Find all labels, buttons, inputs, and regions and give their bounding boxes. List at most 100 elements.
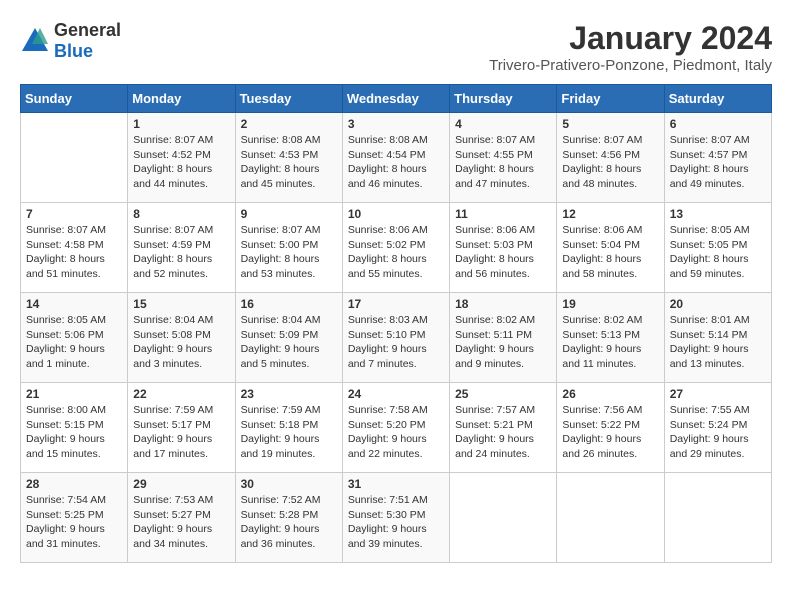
day-info: Sunrise: 8:07 AMSunset: 4:56 PMDaylight:… [562, 133, 658, 192]
calendar-cell [450, 473, 557, 563]
weekday-header-wednesday: Wednesday [342, 85, 449, 113]
day-number: 16 [241, 297, 337, 311]
day-number: 15 [133, 297, 229, 311]
day-number: 9 [241, 207, 337, 221]
day-number: 1 [133, 117, 229, 131]
day-number: 23 [241, 387, 337, 401]
day-info: Sunrise: 8:06 AMSunset: 5:03 PMDaylight:… [455, 223, 551, 282]
day-number: 13 [670, 207, 766, 221]
day-info: Sunrise: 7:51 AMSunset: 5:30 PMDaylight:… [348, 493, 444, 552]
day-number: 24 [348, 387, 444, 401]
weekday-header-monday: Monday [128, 85, 235, 113]
day-info: Sunrise: 7:53 AMSunset: 5:27 PMDaylight:… [133, 493, 229, 552]
day-number: 2 [241, 117, 337, 131]
day-number: 26 [562, 387, 658, 401]
day-number: 3 [348, 117, 444, 131]
day-info: Sunrise: 7:59 AMSunset: 5:17 PMDaylight:… [133, 403, 229, 462]
day-number: 21 [26, 387, 122, 401]
calendar-cell: 2 Sunrise: 8:08 AMSunset: 4:53 PMDaylight… [235, 113, 342, 203]
day-number: 8 [133, 207, 229, 221]
calendar-cell: 29 Sunrise: 7:53 AMSunset: 5:27 PMDayligh… [128, 473, 235, 563]
calendar-cell: 5Sunrise: 8:07 AMSunset: 4:56 PMDaylight… [557, 113, 664, 203]
logo-icon [20, 26, 50, 56]
day-info: Sunrise: 8:07 AMSunset: 4:59 PMDaylight:… [133, 223, 229, 282]
calendar-cell: 22Sunrise: 7:59 AMSunset: 5:17 PMDayligh… [128, 383, 235, 473]
day-info: Sunrise: 7:58 AMSunset: 5:20 PMDaylight:… [348, 403, 444, 462]
day-number: 25 [455, 387, 551, 401]
day-number: 28 [26, 477, 122, 491]
logo-text-blue: Blue [54, 41, 93, 61]
day-info: Sunrise: 7:59 AMSunset: 5:18 PMDaylight:… [241, 403, 337, 462]
day-info: Sunrise: 8:04 AMSunset: 5:08 PMDaylight:… [133, 313, 229, 372]
day-number: 29 [133, 477, 229, 491]
day-info: Sunrise: 8:07 AMSunset: 4:55 PMDaylight:… [455, 133, 551, 192]
day-info: Sunrise: 8:07 AMSunset: 4:52 PMDaylight:… [133, 133, 229, 192]
calendar-cell: 3 Sunrise: 8:08 AMSunset: 4:54 PMDaylight… [342, 113, 449, 203]
day-info: Sunrise: 8:08 AMSunset: 4:53 PMDaylight:… [241, 133, 337, 192]
day-info: Sunrise: 8:00 AMSunset: 5:15 PMDaylight:… [26, 403, 122, 462]
calendar-cell: 12Sunrise: 8:06 AMSunset: 5:04 PMDayligh… [557, 203, 664, 293]
calendar-cell: 6 Sunrise: 8:07 AMSunset: 4:57 PMDaylight… [664, 113, 771, 203]
calendar-cell: 21 Sunrise: 8:00 AMSunset: 5:15 PMDayligh… [21, 383, 128, 473]
day-info: Sunrise: 8:06 AMSunset: 5:02 PMDaylight:… [348, 223, 444, 282]
calendar-cell: 28 Sunrise: 7:54 AMSunset: 5:25 PMDayligh… [21, 473, 128, 563]
calendar-cell: 13 Sunrise: 8:05 AMSunset: 5:05 PMDayligh… [664, 203, 771, 293]
day-number: 6 [670, 117, 766, 131]
calendar-header: SundayMondayTuesdayWednesdayThursdayFrid… [21, 85, 772, 113]
day-info: Sunrise: 8:07 AMSunset: 4:58 PMDaylight:… [26, 223, 122, 282]
day-info: Sunrise: 7:54 AMSunset: 5:25 PMDaylight:… [26, 493, 122, 552]
calendar-cell: 25 Sunrise: 7:57 AMSunset: 5:21 PMDayligh… [450, 383, 557, 473]
calendar-cell: 1 Sunrise: 8:07 AMSunset: 4:52 PMDaylight… [128, 113, 235, 203]
calendar-cell: 11 Sunrise: 8:06 AMSunset: 5:03 PMDayligh… [450, 203, 557, 293]
calendar-cell [664, 473, 771, 563]
day-info: Sunrise: 8:01 AMSunset: 5:14 PMDaylight:… [670, 313, 766, 372]
day-info: Sunrise: 8:05 AMSunset: 5:05 PMDaylight:… [670, 223, 766, 282]
calendar-cell: 7 Sunrise: 8:07 AMSunset: 4:58 PMDaylight… [21, 203, 128, 293]
weekday-header-saturday: Saturday [664, 85, 771, 113]
calendar-cell: 31Sunrise: 7:51 AMSunset: 5:30 PMDayligh… [342, 473, 449, 563]
day-number: 12 [562, 207, 658, 221]
day-info: Sunrise: 8:03 AMSunset: 5:10 PMDaylight:… [348, 313, 444, 372]
calendar-table: SundayMondayTuesdayWednesdayThursdayFrid… [20, 84, 772, 563]
calendar-cell: 27Sunrise: 7:55 AMSunset: 5:24 PMDayligh… [664, 383, 771, 473]
calendar-cell: 8 Sunrise: 8:07 AMSunset: 4:59 PMDaylight… [128, 203, 235, 293]
day-info: Sunrise: 7:52 AMSunset: 5:28 PMDaylight:… [241, 493, 337, 552]
weekday-header-friday: Friday [557, 85, 664, 113]
weekday-header-sunday: Sunday [21, 85, 128, 113]
calendar-cell: 23 Sunrise: 7:59 AMSunset: 5:18 PMDayligh… [235, 383, 342, 473]
weekday-header-tuesday: Tuesday [235, 85, 342, 113]
calendar-cell: 30 Sunrise: 7:52 AMSunset: 5:28 PMDayligh… [235, 473, 342, 563]
subtitle: Trivero-Prativero-Ponzone, Piedmont, Ita… [489, 57, 772, 74]
day-number: 4 [455, 117, 551, 131]
day-info: Sunrise: 8:08 AMSunset: 4:54 PMDaylight:… [348, 133, 444, 192]
header: General Blue January 2024 Trivero-Prativ… [20, 20, 772, 74]
day-number: 7 [26, 207, 122, 221]
calendar-cell: 9 Sunrise: 8:07 AMSunset: 5:00 PMDaylight… [235, 203, 342, 293]
day-number: 30 [241, 477, 337, 491]
calendar-cell: 20 Sunrise: 8:01 AMSunset: 5:14 PMDayligh… [664, 293, 771, 383]
calendar-cell: 4 Sunrise: 8:07 AMSunset: 4:55 PMDaylight… [450, 113, 557, 203]
day-number: 19 [562, 297, 658, 311]
day-info: Sunrise: 8:02 AMSunset: 5:11 PMDaylight:… [455, 313, 551, 372]
day-info: Sunrise: 7:55 AMSunset: 5:24 PMDaylight:… [670, 403, 766, 462]
logo-text-general: General [54, 20, 121, 40]
title-area: January 2024 Trivero-Prativero-Ponzone, … [489, 20, 772, 74]
day-info: Sunrise: 8:04 AMSunset: 5:09 PMDaylight:… [241, 313, 337, 372]
calendar-cell: 24 Sunrise: 7:58 AMSunset: 5:20 PMDayligh… [342, 383, 449, 473]
calendar-cell [557, 473, 664, 563]
day-number: 11 [455, 207, 551, 221]
day-info: Sunrise: 8:07 AMSunset: 4:57 PMDaylight:… [670, 133, 766, 192]
calendar-cell: 26 Sunrise: 7:56 AMSunset: 5:22 PMDayligh… [557, 383, 664, 473]
calendar-cell: 10Sunrise: 8:06 AMSunset: 5:02 PMDayligh… [342, 203, 449, 293]
day-info: Sunrise: 7:57 AMSunset: 5:21 PMDaylight:… [455, 403, 551, 462]
day-info: Sunrise: 7:56 AMSunset: 5:22 PMDaylight:… [562, 403, 658, 462]
calendar-cell: 15 Sunrise: 8:04 AMSunset: 5:08 PMDayligh… [128, 293, 235, 383]
day-number: 17 [348, 297, 444, 311]
day-info: Sunrise: 8:07 AMSunset: 5:00 PMDaylight:… [241, 223, 337, 282]
day-info: Sunrise: 8:02 AMSunset: 5:13 PMDaylight:… [562, 313, 658, 372]
calendar-cell: 19 Sunrise: 8:02 AMSunset: 5:13 PMDayligh… [557, 293, 664, 383]
calendar-cell [21, 113, 128, 203]
day-info: Sunrise: 8:05 AMSunset: 5:06 PMDaylight:… [26, 313, 122, 372]
calendar-cell: 18Sunrise: 8:02 AMSunset: 5:11 PMDayligh… [450, 293, 557, 383]
day-number: 20 [670, 297, 766, 311]
